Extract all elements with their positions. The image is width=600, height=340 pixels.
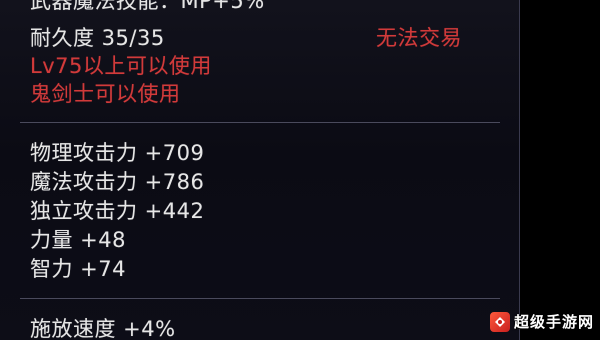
watermark-text: 超级手游网 <box>513 313 594 331</box>
stat-cast-speed: 施放速度 +4% <box>30 317 176 340</box>
class-requirement: 鬼剑士可以使用 <box>30 82 181 106</box>
stat-independent-attack: 独立攻击力 +442 <box>30 199 205 223</box>
level-requirement: Lv75以上可以使用 <box>30 54 212 78</box>
durability-line: 耐久度 35/35 <box>30 26 165 50</box>
stat-intelligence: 智力 +74 <box>30 257 126 281</box>
stat-physical-attack: 物理攻击力 +709 <box>30 141 205 165</box>
site-watermark: 超级手游网 <box>489 311 594 332</box>
separator-bottom <box>20 298 500 299</box>
trade-status-label: 无法交易 <box>376 26 462 50</box>
site-logo-icon <box>489 311 510 332</box>
stat-magic-attack: 魔法攻击力 +786 <box>30 170 205 194</box>
item-tooltip-panel: 武器魔法技能：MP+5% 耐久度 35/35 无法交易 Lv75以上可以使用 鬼… <box>0 0 520 340</box>
magic-skill-line: 武器魔法技能：MP+5% <box>30 0 265 13</box>
separator-top <box>20 122 500 123</box>
stat-strength: 力量 +48 <box>30 228 126 252</box>
